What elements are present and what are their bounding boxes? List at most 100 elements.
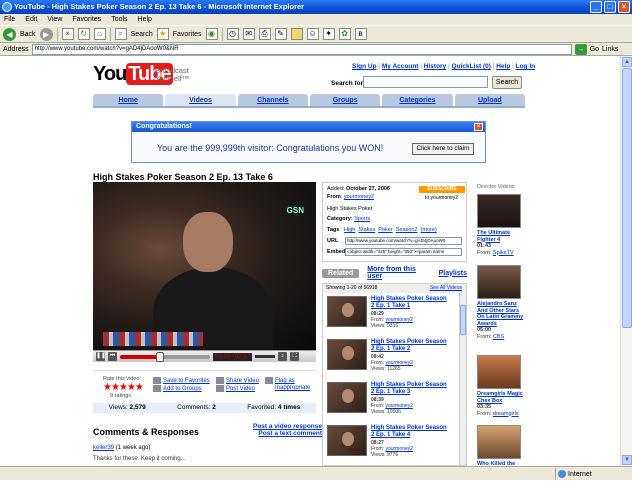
home-icon[interactable]: ⌂ [93,28,106,40]
menu-help[interactable]: Help [138,14,152,25]
director-video-title[interactable]: Dreamgirls Magic Chex Box [477,391,525,404]
tab-channels[interactable]: Channels [237,94,308,106]
see-all-videos-link[interactable]: See All Videos [430,284,462,293]
related-title[interactable]: High Stakes Poker Season 2 Ep. 1 Take 2 [371,339,451,353]
menu-view[interactable]: View [47,14,62,25]
maximize-button[interactable]: □ [604,1,616,13]
menu-edit[interactable]: Edit [25,14,37,25]
addon-icon[interactable]: ✿ [338,28,351,40]
tab-groups[interactable]: Groups [309,94,381,106]
claim-button[interactable]: Click here to claim [412,143,474,155]
related-title[interactable]: High Stakes Poker Season 2 Ep. 1 Take 4 [371,425,451,439]
research-icon[interactable]: ✦ [322,28,335,40]
subscribe-button[interactable]: SUBSCRIBE [419,186,465,193]
print-icon[interactable]: ⎙ [258,28,271,40]
tab-related[interactable]: Related [322,268,360,278]
related-title[interactable]: High Stakes Poker Season 2 Ep. 1 Take 1 [371,296,451,310]
progress-knob[interactable] [155,351,164,362]
menu-favorites[interactable]: Favorites [72,14,101,25]
history-icon[interactable]: ◷ [226,28,239,40]
category-link[interactable]: Sports [354,216,370,222]
director-video-title[interactable]: The Ultimate Fighter 4 [477,230,525,243]
my-account-link[interactable]: My Account [382,63,419,70]
post-video-response-link[interactable]: Post a video response [253,423,322,430]
rewind-icon[interactable]: ⏮ [108,352,117,361]
history-link[interactable]: History [424,63,446,70]
favorites-button-label[interactable]: Favorites [173,31,202,38]
messenger-icon[interactable]: ☺ [306,28,319,40]
tag-link[interactable]: Season2 [396,227,418,233]
menu-tools[interactable]: Tools [111,14,127,25]
favorites-star-icon[interactable]: ★ [156,28,169,40]
list-item[interactable]: High Stakes Poker Season 2 Ep. 1 Take 3 … [323,379,466,422]
pause-icon[interactable]: ❚❚ [96,352,106,361]
tab-videos[interactable]: Videos [165,94,236,106]
search-icon[interactable]: ⌕ [114,28,127,40]
director-uploader[interactable]: CBS [493,334,504,340]
video-thumbnail[interactable] [327,425,367,456]
video-frame[interactable]: GSN [93,182,316,350]
popup-close-icon[interactable]: × [474,123,483,131]
tab-categories[interactable]: Categories [382,94,453,106]
url-field[interactable]: http://www.youtube.com/watch?v=gAD4jDAoo… [345,237,462,245]
tab-playlists[interactable]: Playlists [439,270,467,277]
tags-more-link[interactable]: (more) [421,227,437,233]
close-window-button[interactable]: × [618,1,630,13]
minimize-button[interactable]: _ [590,1,602,13]
volume-icon[interactable]: ♪ [278,352,288,361]
go-arrow-icon[interactable]: → [574,43,587,55]
post-video-link[interactable]: Post Video [216,385,255,392]
director-video-item[interactable]: Dreamgirls Magic Chex Box 03:35 From: dr… [477,355,525,417]
video-thumbnail[interactable] [327,382,367,413]
flag-link[interactable]: Flag as [265,377,295,384]
related-title[interactable]: High Stakes Poker Season 2 Ep. 1 Take 3 [371,382,451,396]
tab-more-from-user[interactable]: More from this user [367,266,430,280]
rating-stars[interactable]: ★★★★★ [103,382,144,393]
back-arrow-icon[interactable]: ◀ [3,27,16,41]
tag-link[interactable]: Poker [378,227,392,233]
share-video-link[interactable]: Share Video [216,377,259,384]
tag-link[interactable]: Stakes [358,227,375,233]
help-link[interactable]: Help [496,63,510,70]
links-label[interactable]: Links [602,46,618,53]
embed-field[interactable]: <object width="425" height="350"><param … [345,248,462,256]
director-video-item[interactable]: The Ultimate Fighter 4 01:43 From: Spike… [477,194,525,256]
save-favorites-link[interactable]: Save to Favorites [153,377,210,384]
video-player[interactable]: GSN [93,182,316,350]
stop-icon[interactable]: × [61,28,74,40]
congratulations-popup[interactable]: Congratulations! × You are the 999,999th… [131,121,486,163]
director-video-title[interactable]: Alejandro Sanz And Other Stars On Latin … [477,301,525,327]
search-input[interactable] [363,76,488,88]
flag-inappropriate-link[interactable]: Inappropriate [275,385,310,391]
media-icon[interactable]: ◉ [205,28,218,40]
director-video-item[interactable]: Who Killed the [477,425,525,468]
scroll-thumb[interactable] [622,68,632,328]
search-button[interactable]: Search [492,76,522,89]
director-uploader[interactable]: SpikeTV [493,250,514,256]
director-thumbnail[interactable] [477,425,521,459]
list-item[interactable]: High Stakes Poker Season 2 Ep. 1 Take 4 … [323,422,466,465]
video-thumbnail[interactable] [327,339,367,370]
signup-link[interactable]: Sign Up [352,63,377,70]
address-input[interactable]: http://www.youtube.com/watch?v=gAD4jDAoo… [31,43,572,55]
page-scrollbar[interactable]: ▲ ▼ [620,56,632,466]
go-button-label[interactable]: Go [590,46,599,53]
progress-bar[interactable] [120,351,210,362]
menu-file[interactable]: File [4,14,15,25]
uploader-link[interactable]: yourmoney2 [344,194,374,200]
director-uploader[interactable]: dreamgirls [493,411,519,417]
list-item[interactable]: High Stakes Poker Season 2 Ep. 1 Take 1 … [323,293,466,336]
quicklist-link[interactable]: QuickList (0) [452,63,491,70]
back-button-label[interactable]: Back [20,31,36,38]
related-scroll-thumb[interactable] [460,305,466,335]
list-item[interactable]: High Stakes Poker Season 2 Ep. 1 Take 2 … [323,336,466,379]
director-video-item[interactable]: Alejandro Sanz And Other Stars On Latin … [477,265,525,340]
director-thumbnail[interactable] [477,194,521,228]
search-button-label[interactable]: Search [131,31,153,38]
post-text-comment-link[interactable]: Post a text comment [258,430,322,437]
director-thumbnail[interactable] [477,265,521,299]
edit-icon[interactable]: ✎ [274,28,287,40]
scroll-down-arrow-icon[interactable]: ▼ [622,455,632,465]
folder-icon[interactable] [290,28,303,40]
comment-username[interactable]: keller39 [93,445,114,451]
